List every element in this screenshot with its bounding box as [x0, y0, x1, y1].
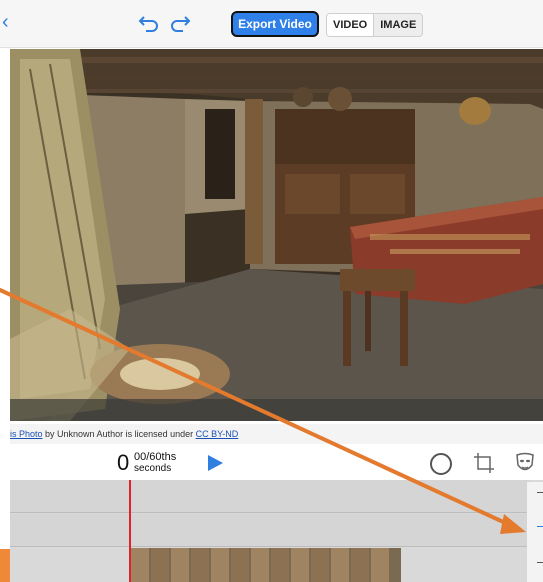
video-clip-filmstrip[interactable]	[131, 548, 401, 582]
mode-video-option[interactable]: VIDEO	[327, 14, 375, 36]
clip-frame	[211, 548, 229, 582]
undo-icon[interactable]	[137, 12, 161, 34]
time-unit-label: seconds	[134, 463, 172, 474]
clip-frame	[371, 548, 389, 582]
timeline-track[interactable]	[10, 480, 530, 513]
clip-frame	[231, 548, 249, 582]
export-video-button[interactable]: Export Video	[231, 11, 319, 37]
clip-frame	[331, 548, 349, 582]
clip-frame	[271, 548, 289, 582]
side-tab[interactable]	[0, 549, 10, 582]
photo-link[interactable]: is Photo	[10, 429, 43, 439]
mode-image-option[interactable]: IMAGE	[374, 14, 422, 36]
track-divider-mark	[537, 562, 543, 563]
track-divider-mark	[537, 492, 543, 493]
crop-icon[interactable]	[472, 451, 496, 475]
image-credit-line: is Photo by Unknown Author is licensed u…	[10, 424, 543, 444]
clip-frame	[191, 548, 209, 582]
license-link[interactable]: CC BY-ND	[196, 429, 239, 439]
credit-text: by Unknown Author is licensed under	[42, 429, 196, 439]
clip-frame	[291, 548, 309, 582]
time-fraction: 00/60ths	[134, 451, 177, 463]
playback-controls: 0 00/60ths seconds	[10, 446, 543, 480]
clip-frame	[151, 548, 169, 582]
time-seconds-value: 0	[117, 450, 130, 475]
video-preview-photo	[10, 49, 543, 421]
mode-segmented-control: VIDEO IMAGE	[326, 13, 424, 37]
rustic-room-image	[10, 49, 543, 421]
timeline-track[interactable]	[10, 514, 530, 547]
track-divider-mark	[537, 526, 543, 527]
back-chevron-icon[interactable]: ‹	[2, 12, 9, 32]
clip-frame	[311, 548, 329, 582]
top-toolbar: ‹ Export Video VIDEO IMAGE	[0, 0, 543, 48]
clip-frame	[131, 548, 149, 582]
timeline-playhead[interactable]	[129, 480, 131, 582]
clip-frame	[251, 548, 269, 582]
timeline-side-panel	[527, 482, 543, 582]
play-icon[interactable]	[208, 455, 223, 471]
clip-frame	[171, 548, 189, 582]
redo-icon[interactable]	[168, 12, 192, 34]
mask-icon[interactable]	[514, 451, 536, 475]
timeline[interactable]	[10, 480, 543, 582]
clip-frame	[351, 548, 369, 582]
circle-shape-icon[interactable]	[430, 453, 452, 475]
